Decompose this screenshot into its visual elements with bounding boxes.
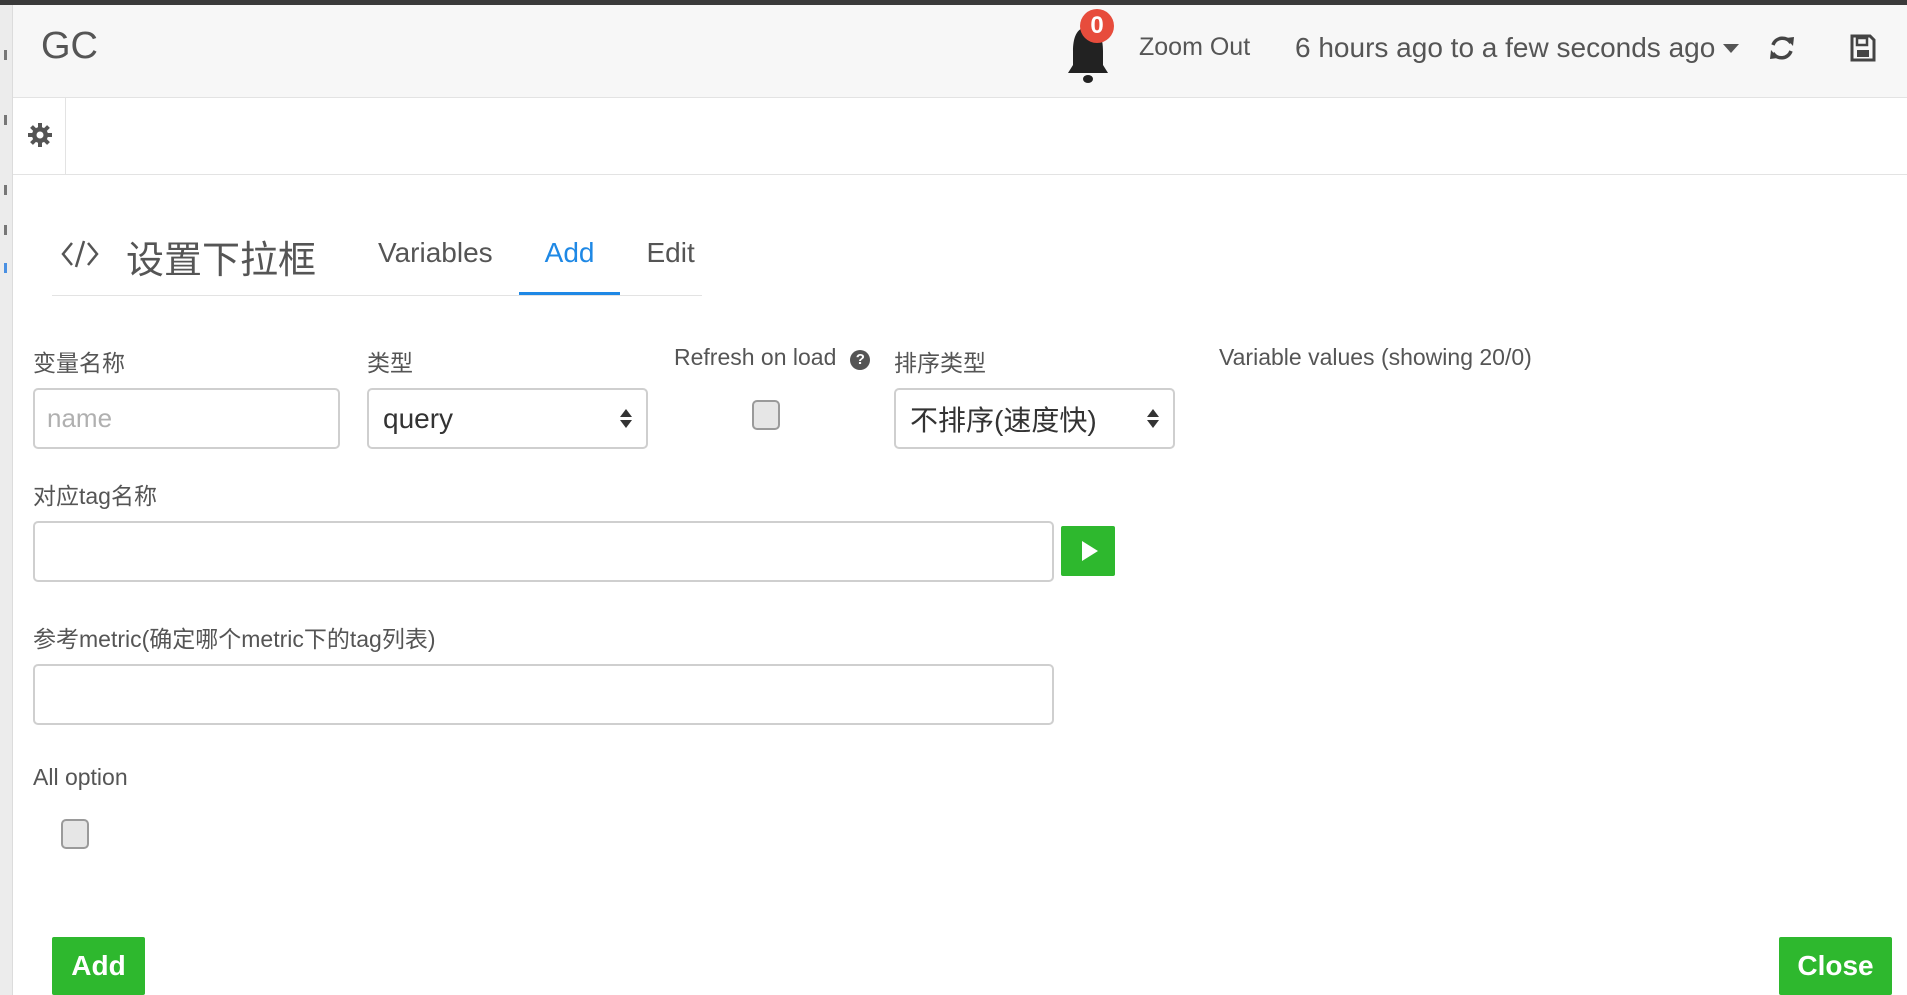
close-button[interactable]: Close (1779, 937, 1892, 995)
time-range-label: 6 hours ago to a few seconds ago (1295, 32, 1716, 63)
caret-down-icon (1723, 43, 1740, 53)
sort-type-select-value: 不排序(速度快) (910, 404, 1097, 436)
select-arrows-icon (620, 409, 632, 428)
sort-type-label: 排序类型 (894, 350, 986, 376)
reference-metric-label: 参考metric(确定哪个metric下的tag列表) (33, 626, 436, 652)
all-option-checkbox[interactable] (61, 819, 89, 849)
left-edge-strip (0, 5, 13, 995)
tab-add[interactable]: Add (518, 225, 621, 295)
variable-name-input[interactable] (33, 388, 340, 449)
editor-title: 设置下拉框 (126, 240, 317, 282)
reference-metric-input[interactable] (33, 664, 1054, 725)
code-icon (61, 240, 99, 268)
refresh-on-load-text: Refresh on load (674, 344, 837, 370)
tab-edit[interactable]: Edit (620, 225, 720, 295)
settings-cell[interactable] (13, 98, 66, 174)
type-select[interactable]: query (367, 388, 648, 449)
tab-variables[interactable]: Variables (352, 225, 519, 295)
time-range-picker[interactable]: 6 hours ago to a few seconds ago (1295, 32, 1740, 64)
play-icon (1082, 541, 1098, 561)
gear-icon[interactable] (27, 122, 53, 148)
sort-type-select[interactable]: 不排序(速度快) (894, 388, 1175, 449)
refresh-on-load-label: Refresh on load? (674, 344, 871, 371)
help-icon[interactable]: ? (850, 350, 871, 370)
run-query-button[interactable] (1061, 526, 1115, 576)
dashboard-toolbar-row (13, 98, 1907, 175)
zoom-out-button[interactable]: Zoom Out (1139, 33, 1250, 62)
all-option-label: All option (33, 764, 128, 790)
tag-name-label: 对应tag名称 (33, 483, 157, 509)
alert-count-badge: 0 (1080, 9, 1114, 43)
variable-values-label: Variable values (showing 20/0) (1219, 344, 1532, 370)
select-arrows-icon (1147, 409, 1159, 428)
refresh-on-load-checkbox[interactable] (752, 400, 780, 430)
dashboard-header: GC 0 Zoom Out 6 hours ago to a few secon… (13, 5, 1907, 98)
tag-name-input[interactable] (33, 521, 1054, 582)
editor-header: 设置下拉框 Variables Add Edit (52, 225, 702, 296)
add-button[interactable]: Add (52, 937, 145, 995)
dashboard-title[interactable]: GC (41, 25, 98, 68)
editor-tabs: Variables Add Edit (352, 225, 721, 295)
save-icon[interactable] (1849, 33, 1877, 63)
variable-name-label: 变量名称 (33, 350, 125, 376)
type-label: 类型 (367, 350, 413, 376)
type-select-value: query (383, 402, 454, 434)
refresh-icon[interactable] (1767, 33, 1797, 63)
